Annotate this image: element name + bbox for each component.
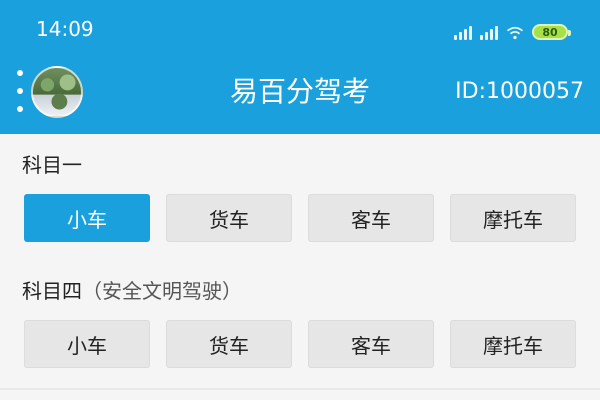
battery-icon: 80 — [532, 24, 571, 40]
status-icons: 80 — [454, 20, 571, 40]
app-bar: 易百分驾考 ID:1000057 — [0, 58, 600, 134]
section-title: 科目一 — [22, 152, 82, 178]
section-title-text: 科目一 — [22, 153, 82, 177]
subject-four-motorcycle-button[interactable]: 摩托车 — [450, 320, 576, 368]
section-title: 科目四（安全文明驾驶） — [22, 278, 242, 304]
subject-one-truck-button[interactable]: 货车 — [166, 194, 292, 242]
vehicle-button-row: 小车 货车 客车 摩托车 — [24, 194, 576, 242]
signal-icon — [480, 26, 498, 40]
subject-four-truck-button[interactable]: 货车 — [166, 320, 292, 368]
subject-one-bus-button[interactable]: 客车 — [308, 194, 434, 242]
status-bar: 14:09 80 — [0, 0, 600, 58]
section-subtitle: （安全文明驾驶） — [82, 279, 242, 303]
subject-four-car-button[interactable]: 小车 — [24, 320, 150, 368]
vehicle-button-row: 小车 货车 客车 摩托车 — [24, 320, 576, 368]
signal-icon — [454, 26, 472, 40]
subject-one-motorcycle-button[interactable]: 摩托车 — [450, 194, 576, 242]
section-title-text: 科目四 — [22, 279, 82, 303]
user-id: ID:1000057 — [455, 79, 584, 104]
subject-four-bus-button[interactable]: 客车 — [308, 320, 434, 368]
subject-one-car-button[interactable]: 小车 — [24, 194, 150, 242]
divider — [0, 388, 600, 390]
battery-level: 80 — [542, 25, 558, 39]
wifi-icon — [506, 26, 524, 40]
top-bar: 14:09 80 易百分驾考 ID:1000057 — [0, 0, 600, 134]
status-time: 14:09 — [36, 17, 94, 41]
